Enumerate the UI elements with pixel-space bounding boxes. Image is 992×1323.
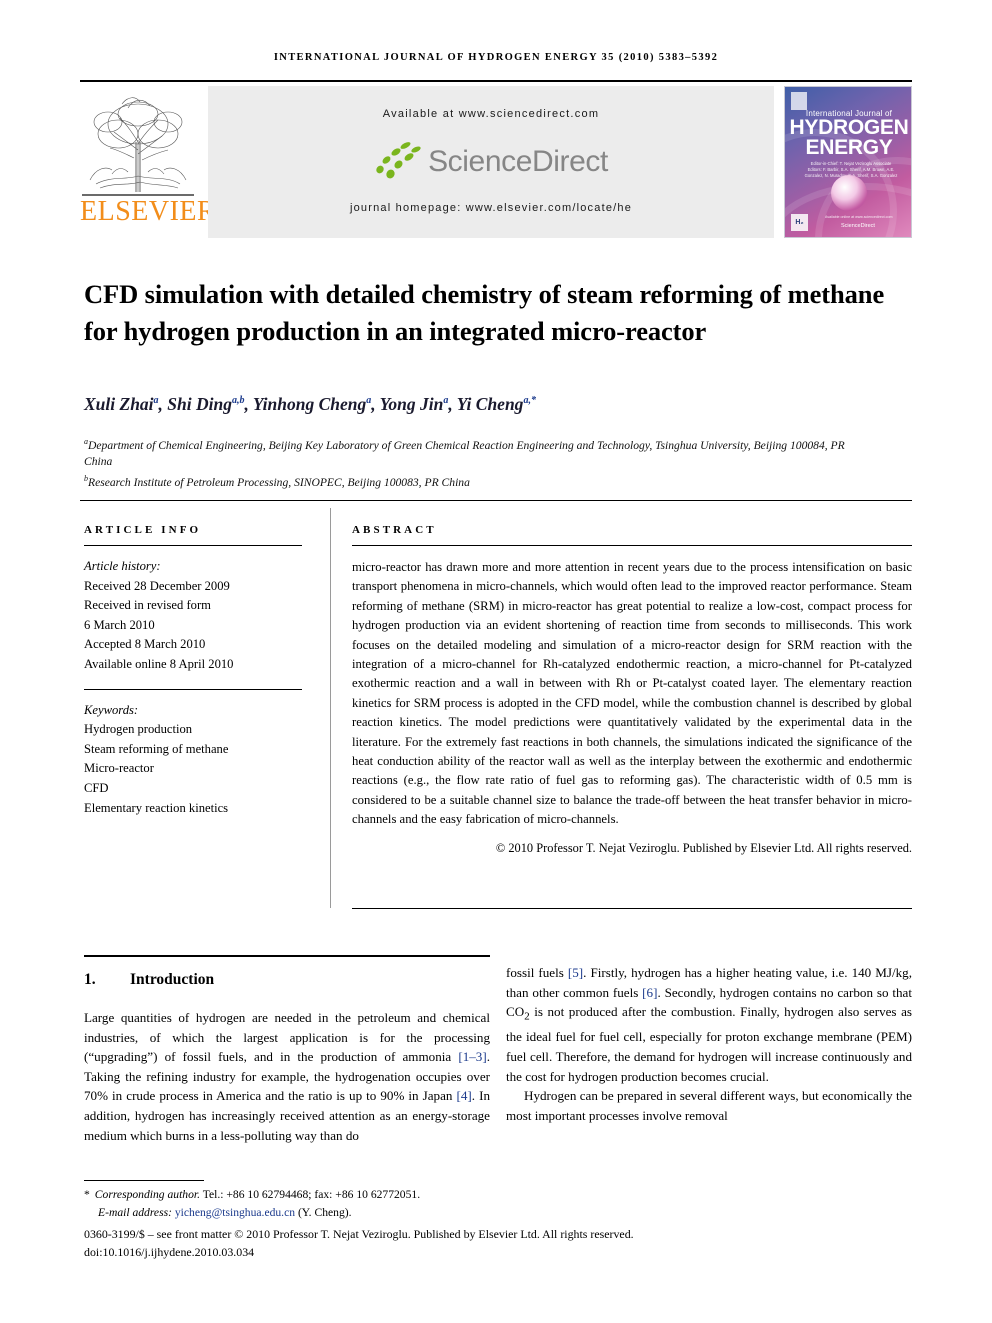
imprint-block: 0360-3199/$ – see front matter © 2010 Pr… — [84, 1226, 912, 1261]
article-history-label: Article history: — [84, 559, 161, 573]
section-number: 1. — [84, 971, 96, 988]
keywords-block: Keywords: Hydrogen production Steam refo… — [84, 701, 302, 819]
footnote-rule — [84, 1180, 204, 1181]
body-column-left: 1. Introduction Large quantities of hydro… — [84, 963, 490, 1145]
history-item: Received 28 December 2009 — [84, 578, 230, 593]
cover-title-energy: ENERGY — [805, 136, 893, 159]
email-owner: (Y. Cheng). — [297, 1205, 352, 1219]
history-item: Available online 8 April 2010 — [84, 656, 234, 671]
author-list: Xuli Zhaia, Shi Dinga,b, Yinhong Chenga,… — [84, 394, 536, 414]
email-link[interactable]: yicheng@tsinghua.edu.cn — [175, 1206, 295, 1219]
intro-paragraph-right-2: Hydrogen can be prepared in several diff… — [506, 1088, 912, 1123]
header-rule — [80, 80, 912, 82]
section-title: Introduction — [130, 971, 215, 988]
corresponding-author-note: * Corresponding author. Tel.: +86 10 6279… — [84, 1186, 584, 1221]
keyword-item: CFD — [84, 780, 109, 795]
abstract-text: micro-reactor has drawn more and more at… — [352, 560, 912, 827]
sciencedirect-leaves-icon — [374, 140, 422, 182]
article-info-rule — [84, 545, 302, 546]
info-abstract-divider — [330, 508, 331, 908]
cover-footer-note: Available online at www.sciencedirect.co… — [825, 215, 893, 219]
page-title: CFD simulation with detailed chemistry o… — [84, 278, 885, 346]
sciencedirect-band: Available at www.sciencedirect.com Scien… — [208, 86, 774, 238]
title-section-rule — [80, 500, 912, 501]
keywords-rule — [84, 688, 302, 690]
abstract-copyright: © 2010 Professor T. Nejat Veziroglu. Pub… — [495, 840, 912, 855]
email-line: E-mail address: yicheng@tsinghua.edu.cn … — [84, 1204, 584, 1222]
intro-paragraph-left: Large quantities of hydrogen are needed … — [84, 1010, 490, 1143]
email-label: E-mail address: — [98, 1205, 172, 1219]
cover-orb-graphic — [831, 175, 867, 211]
cover-title-hydrogen: HYDROGEN — [789, 116, 909, 139]
journal-cover-thumbnail: International Journal of HYDROGEN ENERGY… — [784, 86, 912, 238]
article-history-block: Article history: Received 28 December 20… — [84, 557, 302, 675]
corresponding-line: * Corresponding author. Tel.: +86 10 6279… — [84, 1186, 584, 1204]
masthead: ELSEVIER Available at www.sciencedirect.… — [80, 86, 912, 238]
history-item: Received in revised form — [84, 598, 211, 613]
abstract-rule — [352, 545, 912, 546]
keyword-item: Steam reforming of methane — [84, 741, 229, 756]
keyword-item: Elementary reaction kinetics — [84, 800, 229, 815]
doi-line: doi:10.1016/j.ijhydene.2010.03.034 — [84, 1244, 255, 1259]
asterisk-icon: * — [84, 1188, 90, 1201]
history-item: Accepted 8 March 2010 — [84, 637, 206, 652]
journal-homepage-text: journal homepage: www.elsevier.com/locat… — [349, 202, 633, 214]
body-column-right: fossil fuels [5]. Firstly, hydrogen has … — [506, 963, 912, 1125]
section-heading-introduction: 1. Introduction — [84, 971, 490, 989]
abstract-heading: ABSTRACT — [352, 524, 437, 536]
abstract-bottom-rule — [352, 908, 912, 909]
sciencedirect-wordmark: ScienceDirect — [428, 145, 608, 178]
elsevier-logo: ELSEVIER — [80, 86, 217, 238]
paper-page: International Journal of Hydrogen Energy… — [0, 0, 992, 1323]
abstract-column: ABSTRACT micro-reactor has drawn more an… — [352, 524, 912, 856]
corresponding-text: Corresponding author. Tel.: +86 10 62794… — [94, 1188, 421, 1201]
introduction-top-rule — [84, 955, 490, 957]
keywords-label: Keywords: — [84, 702, 139, 717]
history-item: 6 March 2010 — [84, 617, 155, 632]
issn-line: 0360-3199/$ – see front matter © 2010 Pr… — [84, 1227, 634, 1241]
cover-sciencedirect-tag: ScienceDirect — [841, 223, 875, 229]
article-info-heading: ARTICLE INFO — [84, 524, 202, 536]
keyword-item: Hydrogen production — [84, 722, 193, 737]
intro-paragraph-right-1: fossil fuels [5]. Firstly, hydrogen has … — [506, 965, 912, 1084]
article-info-column: ARTICLE INFO Article history: Received 2… — [84, 524, 302, 818]
cover-he-badge: H₂ — [791, 214, 808, 231]
available-at-text: Available at www.sciencedirect.com — [382, 108, 600, 120]
affiliation-list: aDepartment of Chemical Engineering, Bei… — [84, 437, 845, 489]
keyword-item: Micro-reactor — [84, 761, 154, 776]
elsevier-wordmark: ELSEVIER — [80, 196, 217, 227]
sciencedirect-logo: ScienceDirect — [208, 140, 774, 186]
running-head: International Journal of Hydrogen Energy… — [273, 52, 719, 63]
cover-elsevier-icon — [791, 92, 807, 110]
elsevier-tree-icon — [82, 88, 194, 198]
